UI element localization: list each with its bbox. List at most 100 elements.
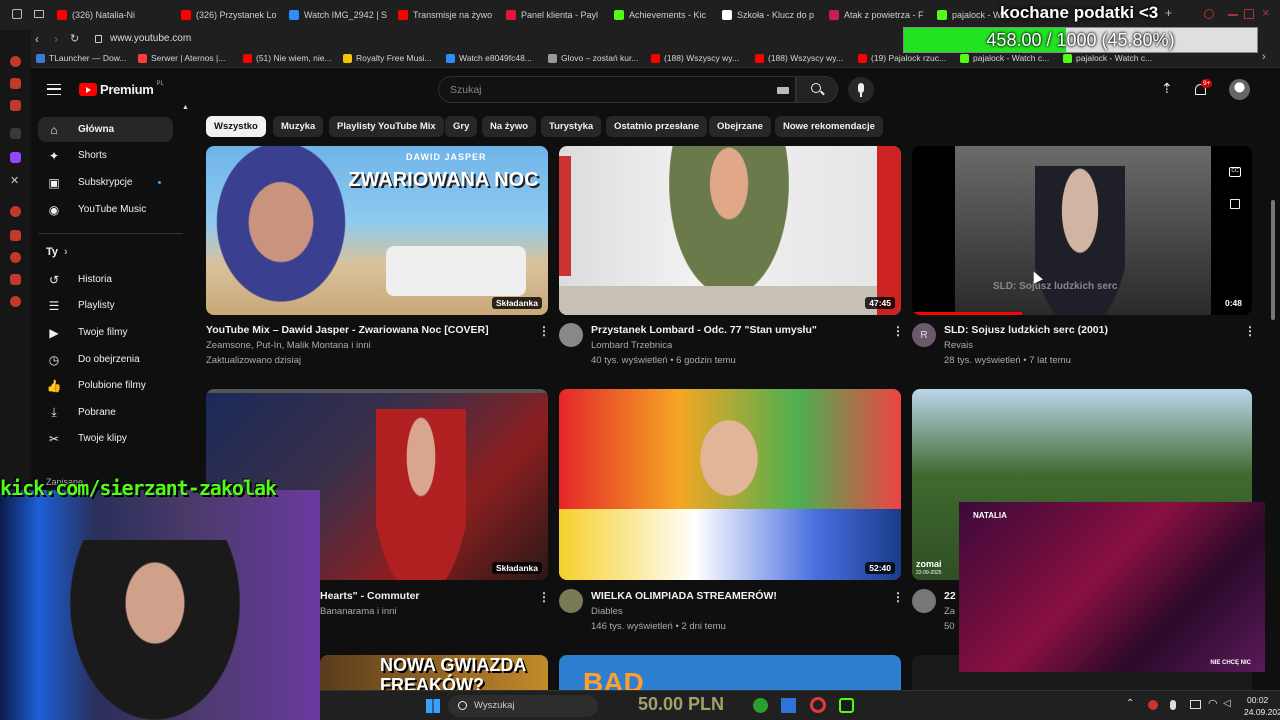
channel-avatar[interactable] xyxy=(559,323,583,347)
rail-icon-1[interactable] xyxy=(10,56,21,67)
video-channel[interactable]: Bananarama i inni xyxy=(320,606,397,617)
tray-chevron-icon[interactable]: ⌃ xyxy=(1126,698,1134,709)
clock-date[interactable]: 24.09.2025 xyxy=(1244,707,1280,717)
video-thumbnail-1[interactable]: DAWID JASPER ZWARIOWANA NOC Składanka xyxy=(206,146,548,315)
more-options-icon[interactable]: ⋮ xyxy=(538,590,550,604)
more-options-icon[interactable]: ⋮ xyxy=(892,324,904,338)
settings-icon[interactable] xyxy=(10,296,21,307)
filter-chip[interactable]: Gry xyxy=(445,116,478,137)
bookmark-item[interactable]: Glovo – zostań kur... xyxy=(548,53,638,63)
upload-icon[interactable]: ⇡ xyxy=(1161,80,1173,97)
video-title[interactable]: Hearts" - Commuter xyxy=(320,590,420,602)
wifi-icon[interactable]: ◠ xyxy=(1208,697,1218,710)
bookmark-item[interactable]: Royalty Free Musi... xyxy=(343,53,432,63)
rail-icon-4[interactable] xyxy=(10,128,21,139)
page-scrollbar[interactable] xyxy=(1271,200,1275,320)
window-maximize-button[interactable] xyxy=(1244,9,1254,19)
sidebar-item[interactable]: ▣ Subskrypcje xyxy=(38,170,173,195)
sidebar-item[interactable]: ⤓ Pobrane xyxy=(38,400,173,425)
captions-icon[interactable]: CC xyxy=(1229,167,1241,177)
video-channel[interactable]: Zeamsone, Put-In, Malik Montana i inni xyxy=(206,340,371,351)
search-button[interactable] xyxy=(796,76,838,103)
bookmarks-more-icon[interactable]: › xyxy=(1262,51,1266,63)
video-title[interactable]: 22 xyxy=(944,590,956,602)
back-icon[interactable]: ‹ xyxy=(35,32,39,46)
tab-overview-icon[interactable] xyxy=(34,10,44,18)
browser-tab[interactable]: Transmisje na żywo xyxy=(398,5,498,25)
sidebar-item[interactable]: ◉ YouTube Music xyxy=(38,197,173,222)
bookmark-item[interactable]: Watch e8049fc48... xyxy=(446,53,532,63)
browser-tab[interactable]: Panel klienta - Payl xyxy=(506,5,606,25)
video-channel[interactable]: Diables xyxy=(591,606,623,617)
filter-chip[interactable]: Ostatnio przesłane xyxy=(606,116,707,137)
x-icon[interactable]: ✕ xyxy=(10,176,21,187)
windows-start-icon[interactable] xyxy=(426,699,440,713)
taskbar-app-opera[interactable] xyxy=(810,697,826,713)
taskbar-app-editor[interactable] xyxy=(781,698,796,713)
sidebar-section-you[interactable]: Ty › xyxy=(46,246,68,258)
filter-chip[interactable]: Obejrzane xyxy=(709,116,771,137)
more-options-icon[interactable]: ⋮ xyxy=(892,590,904,604)
video-channel[interactable]: Revais xyxy=(944,340,973,351)
new-tab-button[interactable]: + xyxy=(1165,6,1172,20)
account-avatar[interactable] xyxy=(1229,79,1250,100)
video-title[interactable]: Przystanek Lombard - Odc. 77 "Stan umysł… xyxy=(591,324,817,336)
search-box[interactable]: Szukaj xyxy=(438,76,796,103)
video-thumbnail-8[interactable]: BAD xyxy=(559,655,901,695)
keyboard-icon[interactable] xyxy=(777,87,789,94)
video-thumbnail-5[interactable]: 52:40 xyxy=(559,389,901,580)
menu-icon[interactable] xyxy=(47,84,61,95)
more-options-icon[interactable]: ⋮ xyxy=(538,324,550,338)
browser-tab[interactable]: Szkoła - Klucz do p xyxy=(722,5,822,25)
filter-chip[interactable]: Nowe rekomendacje xyxy=(775,116,883,137)
sidebar-item[interactable]: ☰ Playlisty xyxy=(38,293,173,318)
filter-chip[interactable]: Turystyka xyxy=(541,116,602,137)
bookmark-item[interactable]: pajalock - Watch c... xyxy=(960,53,1049,63)
video-title[interactable]: SLD: Sojusz ludzkich serc (2001) xyxy=(944,324,1108,336)
window-minimize-button[interactable] xyxy=(1228,14,1238,16)
network-icon[interactable] xyxy=(1190,700,1201,709)
bookmark-item[interactable]: (51) Nie wiem, nie... xyxy=(243,53,332,63)
rail-icon-10[interactable] xyxy=(10,274,21,285)
window-search-icon[interactable] xyxy=(1204,9,1214,19)
bookmark-item[interactable]: Serwer | Aternos |... xyxy=(138,53,225,63)
youtube-logo[interactable]: Premium PL xyxy=(79,81,164,97)
taskbar-app-kick[interactable] xyxy=(839,698,854,713)
rail-icon-7[interactable] xyxy=(10,206,21,217)
video-channel[interactable]: Za xyxy=(944,606,955,617)
browser-tab[interactable]: (326) Natalia-Ni xyxy=(57,5,157,25)
rail-icon-2[interactable] xyxy=(10,78,21,89)
tab-actions-icon[interactable] xyxy=(12,9,22,19)
volume-icon[interactable]: ◁ xyxy=(1223,698,1231,709)
miniplayer-icon[interactable] xyxy=(1230,199,1240,209)
clock-time[interactable]: 00:02 xyxy=(1247,695,1268,705)
rail-icon-9[interactable] xyxy=(10,252,21,263)
window-close-button[interactable]: × xyxy=(1262,5,1270,20)
reload-icon[interactable]: ↻ xyxy=(70,32,79,45)
channel-avatar[interactable]: R xyxy=(912,323,936,347)
search-input[interactable]: Szukaj xyxy=(450,84,482,96)
video-title[interactable]: YouTube Mix – Dawid Jasper - Zwariowana … xyxy=(206,324,489,336)
video-title[interactable]: WIELKA OLIMPIADA STREAMERÓW! xyxy=(591,590,777,602)
filter-chip[interactable]: Muzyka xyxy=(273,116,324,137)
sidebar-item[interactable]: ⌂ Główna xyxy=(38,117,173,142)
browser-tab[interactable]: Achievements - Kic xyxy=(614,5,714,25)
voice-search-button[interactable] xyxy=(848,77,874,103)
bookmark-item[interactable]: (188) Wszyscy wy... xyxy=(755,53,843,63)
sidebar-item[interactable]: ↺ Historia xyxy=(38,267,173,292)
taskbar-search[interactable]: Wyszukaj xyxy=(448,695,598,717)
sidebar-scroll-up-icon[interactable]: ▲ xyxy=(182,104,189,111)
more-options-icon[interactable]: ⋮ xyxy=(1244,324,1256,338)
notifications-button[interactable]: 9+ xyxy=(1193,79,1213,98)
video-channel[interactable]: Lombard Trzebnica xyxy=(591,340,672,351)
mic-tray-icon[interactable] xyxy=(1170,700,1176,710)
rail-icon-8[interactable] xyxy=(10,230,21,241)
sidebar-item[interactable]: ✦ Shorts xyxy=(38,143,173,168)
bookmark-item[interactable]: (188) Wszyscy wy... xyxy=(651,53,739,63)
tray-icon-1[interactable] xyxy=(1148,700,1158,710)
forward-icon[interactable]: › xyxy=(54,32,58,46)
browser-tab[interactable]: (326) Przystanek Lo xyxy=(181,5,281,25)
twitch-icon[interactable] xyxy=(10,152,21,163)
bookmark-item[interactable]: TLauncher — Dow... xyxy=(36,53,126,63)
sidebar-item[interactable]: ◷ Do obejrzenia xyxy=(38,347,173,372)
